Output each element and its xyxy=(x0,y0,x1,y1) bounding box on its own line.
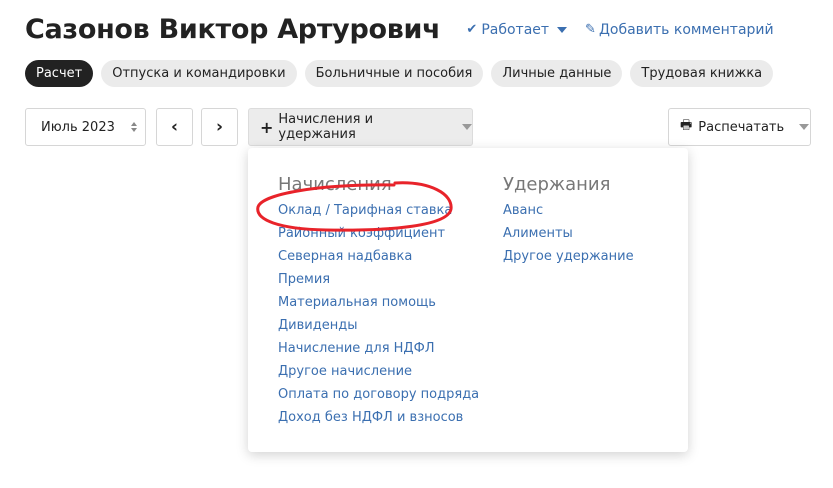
menu-item-salary[interactable]: Оклад / Тарифная ставка xyxy=(278,199,479,222)
pencil-icon: ✎ xyxy=(585,22,596,37)
next-month-button[interactable]: › xyxy=(201,108,238,146)
menu-item-other-deduction[interactable]: Другое удержание xyxy=(503,245,634,268)
printer-icon: 🖶 xyxy=(680,118,693,133)
add-comment-label: Добавить комментарий xyxy=(598,21,774,38)
accruals-button-label: Начисления и удержания xyxy=(278,112,374,142)
deductions-column: Удержания Аванс Алименты Другое удержани… xyxy=(503,174,634,268)
tab-calculation[interactable]: Расчет xyxy=(25,60,94,87)
chevron-down-icon xyxy=(799,124,810,130)
select-arrows-icon xyxy=(130,122,137,132)
menu-item-advance[interactable]: Аванс xyxy=(503,199,634,222)
menu-item-ndfl-accrual[interactable]: Начисление для НДФЛ xyxy=(278,337,479,360)
page-header: Сазонов Виктор Артурович ✔ Работает ✎ До… xyxy=(25,14,774,45)
menu-item-other-accrual[interactable]: Другое начисление xyxy=(278,360,479,383)
menu-item-alimony[interactable]: Алименты xyxy=(503,222,634,245)
menu-item-contract-payment[interactable]: Оплата по договору подряда xyxy=(278,383,479,406)
prev-month-button[interactable]: ‹ xyxy=(156,108,193,146)
page-title: Сазонов Виктор Артурович xyxy=(25,14,441,45)
tab-vacations[interactable]: Отпуска и командировки xyxy=(101,60,297,87)
accruals-column: Начисления Оклад / Тарифная ставка Район… xyxy=(278,174,479,429)
chevron-down-icon xyxy=(557,26,568,33)
menu-item-bonus[interactable]: Премия xyxy=(278,268,479,291)
tab-work-book[interactable]: Трудовая книжка xyxy=(630,60,774,87)
chevron-right-icon: › xyxy=(215,117,223,137)
chevron-down-icon xyxy=(462,124,472,130)
accruals-heading: Начисления xyxy=(278,174,392,195)
plus-icon: + xyxy=(260,117,274,137)
accruals-dropdown-menu: Начисления Оклад / Тарифная ставка Район… xyxy=(248,148,688,452)
print-button[interactable]: 🖶 Распечатать xyxy=(668,108,811,146)
chevron-left-icon: ‹ xyxy=(170,117,178,137)
status-label: Работает xyxy=(481,21,550,38)
status-dropdown[interactable]: ✔ Работает xyxy=(466,21,568,38)
month-select[interactable]: Июль 2023 xyxy=(25,108,146,146)
menu-item-dividends[interactable]: Дивиденды xyxy=(278,314,479,337)
menu-item-financial-aid[interactable]: Материальная помощь xyxy=(278,291,479,314)
add-comment-link[interactable]: ✎ Добавить комментарий xyxy=(585,22,774,38)
check-icon: ✔ xyxy=(466,22,478,37)
month-value: Июль 2023 xyxy=(41,119,115,135)
accruals-deductions-button[interactable]: + Начисления и удержания xyxy=(248,108,473,146)
menu-item-northern-allowance[interactable]: Северная надбавка xyxy=(278,245,479,268)
print-button-label: Распечатать xyxy=(698,119,785,135)
deductions-heading: Удержания xyxy=(503,174,611,195)
tab-personal-data[interactable]: Личные данные xyxy=(491,60,623,87)
tab-sick-leave[interactable]: Больничные и пособия xyxy=(304,60,484,87)
menu-item-income-without-ndfl[interactable]: Доход без НДФЛ и взносов xyxy=(278,406,479,429)
tab-bar: Расчет Отпуска и командировки Больничные… xyxy=(25,60,774,87)
menu-item-regional-coefficient[interactable]: Районный коэффициент xyxy=(278,222,479,245)
